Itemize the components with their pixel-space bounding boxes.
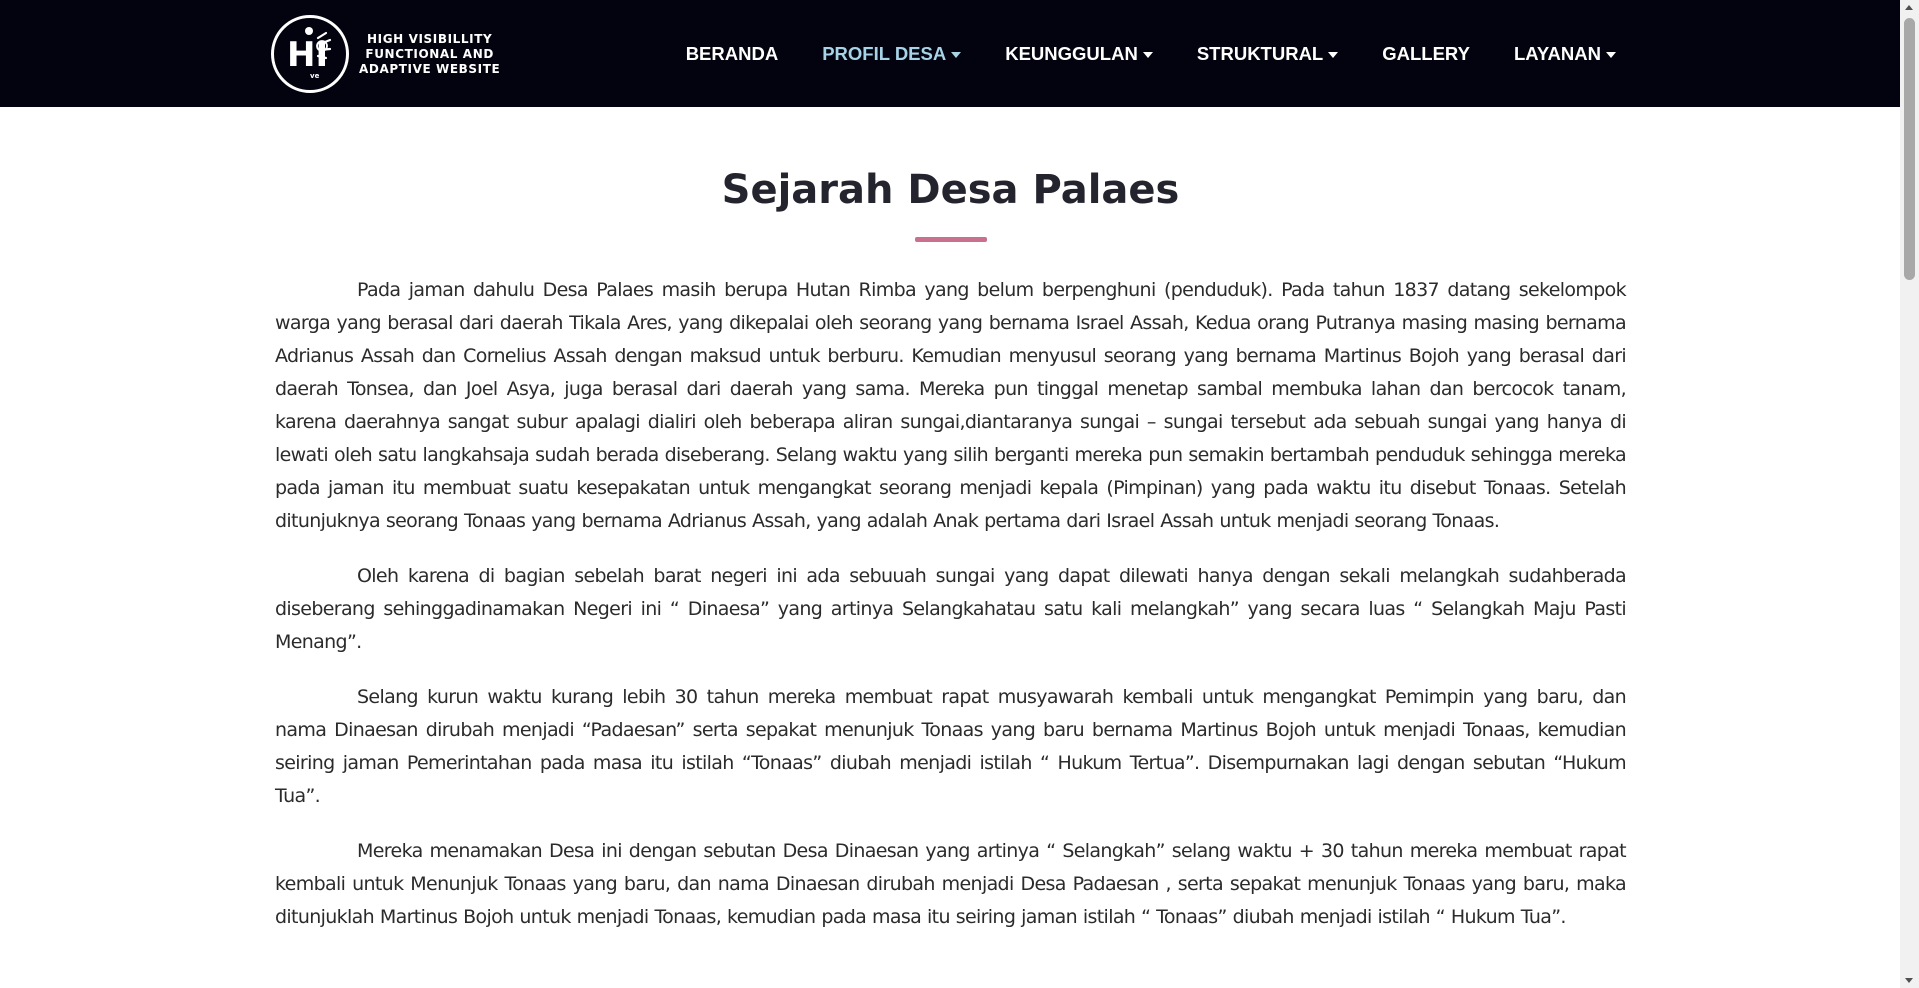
nav-item-profil-desa[interactable]: PROFIL DESA: [822, 42, 962, 65]
nav-item-gallery[interactable]: GALLERY: [1382, 43, 1470, 65]
top-navbar: HI ve HIGH VISIBILLITY FUNCTIONAL AND AD…: [0, 0, 1900, 107]
caret-down-icon: [1606, 51, 1616, 58]
nav-item-beranda[interactable]: BERANDA: [686, 43, 779, 65]
main-nav: BERANDA PROFIL DESA KEUNGGULAN STRUKTURA…: [686, 0, 1616, 107]
nav-item-layanan[interactable]: LAYANAN: [1514, 43, 1616, 65]
nav-item-keunggulan[interactable]: KEUNGGULAN: [1005, 43, 1153, 65]
brand-text: HIGH VISIBILLITY FUNCTIONAL AND ADAPTIVE…: [359, 32, 500, 77]
main-content: Sejarah Desa Palaes Pada jaman dahulu De…: [275, 160, 1627, 956]
nav-label: GALLERY: [1382, 42, 1470, 64]
scroll-down-arrow-icon[interactable]: [1905, 978, 1913, 983]
caret-down-icon: [951, 51, 962, 58]
scroll-up-arrow-icon[interactable]: [1905, 5, 1913, 10]
caret-down-icon: [1142, 51, 1153, 58]
title-underline: [914, 237, 987, 242]
caret-down-icon: [1328, 51, 1339, 58]
nav-label: LAYANAN: [1513, 42, 1601, 64]
nav-item-struktural[interactable]: STRUKTURAL: [1196, 42, 1339, 65]
brand-logo-link[interactable]: HI ve HIGH VISIBILLITY FUNCTIONAL AND AD…: [271, 13, 500, 95]
nav-label: KEUNGGULAN: [1005, 42, 1138, 64]
paragraph: Selang kurun waktu kurang lebih 30 tahun…: [275, 686, 1627, 807]
paragraph: Pada jaman dahulu Desa Palaes masih beru…: [275, 279, 1627, 532]
brand-line-2: FUNCTIONAL AND: [365, 46, 494, 61]
scrollbar-thumb[interactable]: [1904, 18, 1915, 280]
logo-icon: HI ve: [271, 15, 349, 93]
nav-label: BERANDA: [685, 42, 779, 64]
nav-label: PROFIL DESA: [822, 42, 947, 64]
article-body: Pada jaman dahulu Desa Palaes masih beru…: [275, 274, 1627, 934]
paragraph: Mereka menamakan Desa ini dengan sebutan…: [275, 840, 1627, 928]
nav-label: STRUKTURAL: [1196, 42, 1324, 64]
brand-line-3: ADAPTIVE WEBSITE: [359, 61, 501, 76]
vertical-scrollbar[interactable]: [1900, 0, 1919, 988]
logo-sub: ve: [310, 72, 320, 80]
page-title: Sejarah Desa Palaes: [721, 167, 1180, 213]
brand-line-1: HIGH VISIBILLITY: [367, 31, 493, 46]
paragraph: Oleh karena di bagian sebelah barat nege…: [275, 565, 1627, 653]
